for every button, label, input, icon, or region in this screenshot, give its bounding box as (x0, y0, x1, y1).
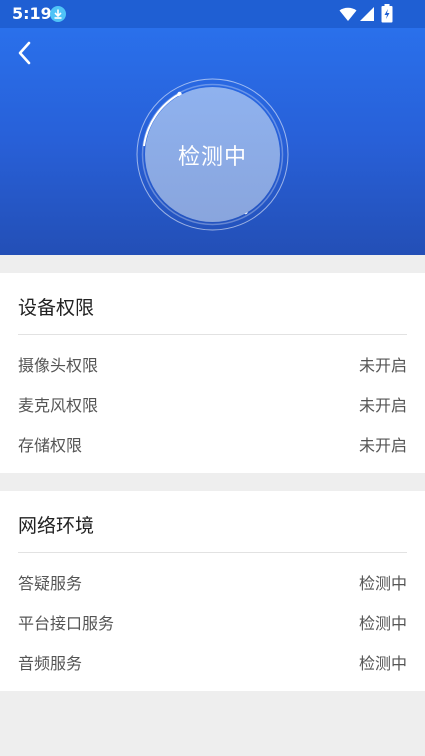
device-permissions-card: 设备权限 摄像头权限 未开启 麦克风权限 未开启 存储权限 未开启 (0, 273, 425, 473)
detection-status-circle: 检测中 (145, 87, 280, 222)
device-permissions-title: 设备权限 (18, 297, 95, 319)
list-item-value: 未开启 (358, 396, 407, 415)
list-item-label: 答疑服务 (18, 574, 83, 593)
list-item-label: 平台接口服务 (18, 614, 115, 633)
list-item: 摄像头权限 未开启 (18, 352, 407, 376)
wifi-icon (339, 7, 357, 21)
list-item: 麦克风权限 未开启 (18, 392, 407, 416)
list-item-value: 检测中 (358, 574, 407, 593)
battery-icon (381, 4, 393, 23)
list-item-value: 未开启 (358, 356, 407, 375)
network-environment-card: 网络环境 答疑服务 检测中 平台接口服务 检测中 音频服务 检测中 (0, 491, 425, 691)
signal-icon (360, 7, 374, 21)
list-item: 存储权限 未开启 (18, 432, 407, 456)
list-item-label: 麦克风权限 (18, 396, 99, 415)
header: 5:19 检测中 (0, 0, 425, 255)
list-item: 答疑服务 检测中 (18, 570, 407, 594)
status-bar: 5:19 (0, 0, 425, 28)
back-button[interactable] (10, 38, 40, 68)
divider (18, 334, 407, 335)
list-item-label: 音频服务 (18, 654, 83, 673)
detection-status-label: 检测中 (177, 144, 247, 170)
list-item-label: 存储权限 (18, 436, 83, 455)
divider (18, 552, 407, 553)
status-time: 5:19 (12, 4, 52, 23)
download-icon (50, 6, 66, 22)
list-item-value: 检测中 (358, 614, 407, 633)
list-item: 音频服务 检测中 (18, 650, 407, 674)
list-item-label: 摄像头权限 (18, 356, 99, 375)
list-item: 平台接口服务 检测中 (18, 610, 407, 634)
list-item-value: 未开启 (358, 436, 407, 455)
network-environment-title: 网络环境 (18, 515, 95, 537)
list-item-value: 检测中 (358, 654, 407, 673)
